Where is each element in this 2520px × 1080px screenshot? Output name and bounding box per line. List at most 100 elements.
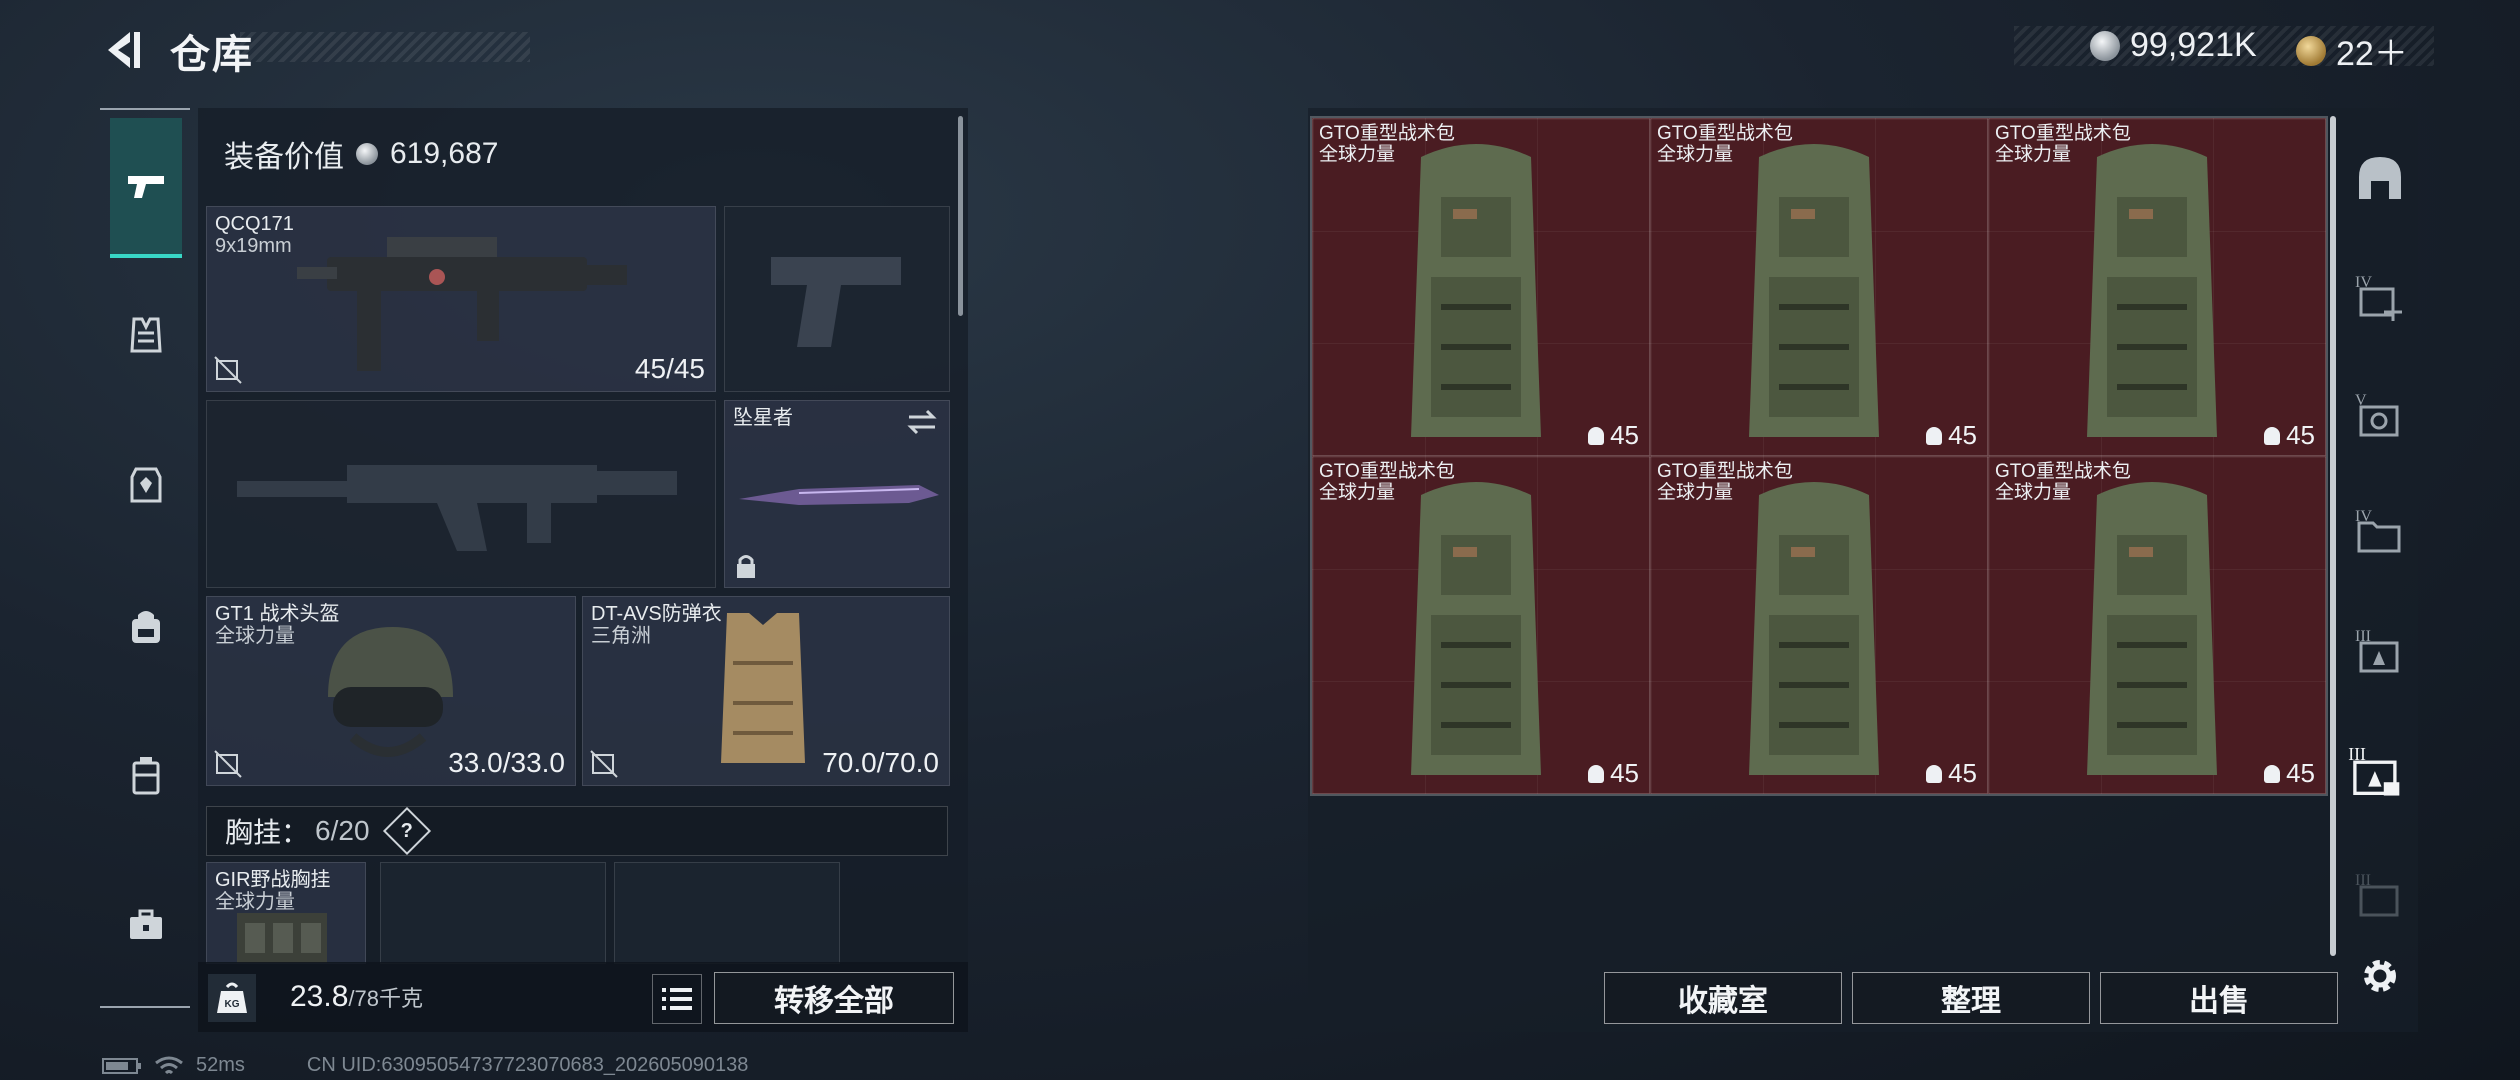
chest-rig-name: GIR野战胸挂 xyxy=(215,869,331,891)
rrail-tab-dome[interactable] xyxy=(2352,150,2408,206)
silver-coin-icon xyxy=(356,143,378,165)
title-decoration xyxy=(240,32,530,62)
weight-readout: 23.8/78千克 xyxy=(290,980,423,1014)
storage-item[interactable]: GTO重型战术包 全球力量 45 xyxy=(1312,456,1650,794)
organize-button[interactable]: 整理 xyxy=(1852,972,2090,1024)
tactical-backpack-icon xyxy=(2087,144,2217,437)
tier5-icon: V xyxy=(2355,392,2399,437)
list-view-button[interactable] xyxy=(652,974,702,1024)
item-quantity: 45 xyxy=(1610,420,1639,450)
rrail-tab-tier4-add[interactable]: IV xyxy=(2352,268,2408,324)
rail-tab-backpack[interactable] xyxy=(110,582,182,672)
weight-current: 23.8 xyxy=(290,980,349,1013)
back-arrow-icon[interactable] xyxy=(100,28,144,72)
rail-tab-vest[interactable] xyxy=(110,290,182,380)
gold-coin-icon xyxy=(2296,35,2326,66)
sell-button[interactable]: 出售 xyxy=(2100,972,2338,1024)
rail-tab-toolbox[interactable] xyxy=(110,880,182,970)
equipment-value-amount: 619,687 xyxy=(390,137,499,170)
help-icon[interactable]: ? xyxy=(382,806,431,856)
equipment-value: 装备价值 619,687 xyxy=(224,132,498,176)
transfer-all-button[interactable]: 转移全部 xyxy=(714,972,954,1024)
stack-icon xyxy=(2264,426,2281,445)
chest-rig-label: 胸挂： xyxy=(225,817,310,848)
rail-tab-armor[interactable] xyxy=(110,440,182,530)
item-brand: 全球力量 xyxy=(1657,144,1734,165)
rifle-silhouette-icon xyxy=(237,465,677,551)
no-insure-icon xyxy=(214,356,242,384)
svg-text:KG: KG xyxy=(225,999,240,1010)
storage-item[interactable]: GTO重型战术包 全球力量 45 xyxy=(1988,118,2326,456)
gold-amount: 22＋ xyxy=(2336,35,2408,73)
gear-icon xyxy=(2364,960,2396,992)
rrail-tab-tier3-faded[interactable]: III xyxy=(2352,866,2408,922)
item-name: GTO重型战术包 xyxy=(1995,461,2131,482)
chest-rig-empty-slot[interactable] xyxy=(380,862,606,964)
tier3-faded-icon: III xyxy=(2355,872,2399,917)
stack-icon xyxy=(2264,764,2281,783)
storage-scrollbar[interactable] xyxy=(2330,116,2336,956)
armor-name: DT-AVS防弹衣 xyxy=(591,603,722,625)
melee-slot[interactable]: 坠星者 xyxy=(724,400,950,588)
chest-rig-header: 胸挂： 6/20 ? xyxy=(206,806,948,856)
tactical-backpack-icon xyxy=(1411,482,1541,775)
no-insure-icon xyxy=(214,750,242,778)
primary-weapon-slot[interactable]: QCQ171 9x19mm 45/45 xyxy=(206,206,716,392)
armor-slot[interactable]: DT-AVS防弹衣 三角洲 70.0/70.0 xyxy=(582,596,950,786)
item-name: GTO重型战术包 xyxy=(1319,461,1455,482)
storage-item[interactable]: GTO重型战术包 全球力量 45 xyxy=(1988,456,2326,794)
rifle-slot[interactable] xyxy=(206,400,716,588)
helmet-slot[interactable]: GT1 战术头盔 全球力量 33.0/33.0 xyxy=(206,596,576,786)
battery-icon xyxy=(102,1057,141,1074)
stack-icon xyxy=(1588,764,1605,783)
secondary-weapon-slot[interactable] xyxy=(724,206,950,392)
rail-divider xyxy=(100,108,190,110)
rrail-tab-tier4-folder[interactable]: IV xyxy=(2352,502,2408,558)
rrail-tab-tier3[interactable]: III xyxy=(2352,622,2408,678)
rrail-tab-tier3-active[interactable]: III xyxy=(2346,740,2412,820)
weapon-ammo: 9x19mm xyxy=(215,235,292,257)
item-brand: 全球力量 xyxy=(1995,482,2072,503)
equipment-scrollbar[interactable] xyxy=(958,116,963,316)
lock-icon xyxy=(737,555,755,578)
item-name: GTO重型战术包 xyxy=(1995,123,2131,144)
vest-icon xyxy=(130,317,162,353)
tier3-active-icon: III xyxy=(2348,744,2400,796)
settings-button[interactable] xyxy=(2352,948,2408,1004)
melee-name: 坠星者 xyxy=(733,407,793,429)
pistol-silhouette-icon xyxy=(771,257,901,347)
armor-durability: 70.0/70.0 xyxy=(822,747,939,778)
item-brand: 全球力量 xyxy=(1319,482,1396,503)
stack-icon xyxy=(1588,426,1605,445)
ping-value: 52ms xyxy=(196,1054,245,1076)
item-quantity: 45 xyxy=(2286,758,2315,788)
rrail-tab-tier5[interactable]: V xyxy=(2352,386,2408,442)
status-bar: 52ms CN UID:63095054737723070683_2026050… xyxy=(102,1054,748,1077)
weight-icon: KG xyxy=(208,974,256,1022)
equipment-value-label: 装备价值 xyxy=(224,141,344,174)
item-quantity: 45 xyxy=(1948,420,1977,450)
list-icon xyxy=(662,988,692,1010)
storage-item[interactable]: GTO重型战术包 全球力量 45 xyxy=(1650,118,1988,456)
toolbox-icon xyxy=(130,909,162,939)
armor-icon xyxy=(130,467,162,503)
chest-rig-empty-slot[interactable] xyxy=(614,862,840,964)
item-brand: 全球力量 xyxy=(1657,482,1734,503)
item-quantity: 45 xyxy=(1948,758,1977,788)
chest-rig-count: 6/20 xyxy=(315,815,370,846)
knife-icon xyxy=(739,485,939,505)
rail-divider xyxy=(100,1006,190,1008)
item-brand: 全球力量 xyxy=(1995,144,2072,165)
storage-item[interactable]: GTO重型战术包 全球力量 45 xyxy=(1312,118,1650,456)
smg-icon xyxy=(297,237,627,371)
armor-brand: 三角洲 xyxy=(591,625,651,647)
rail-tab-case[interactable] xyxy=(110,730,182,820)
gold-currency[interactable]: 22＋ xyxy=(2296,26,2408,75)
rail-tab-weapons[interactable] xyxy=(110,118,182,258)
swap-icon[interactable] xyxy=(905,407,939,437)
collection-button[interactable]: 收藏室 xyxy=(1604,972,1842,1024)
chest-rig-item[interactable]: GIR野战胸挂 全球力量 xyxy=(206,862,366,964)
silver-currency[interactable]: 99,921K xyxy=(2090,26,2257,65)
storage-item[interactable]: GTO重型战术包 全球力量 45 xyxy=(1650,456,1988,794)
silver-amount: 99,921K xyxy=(2130,26,2257,64)
